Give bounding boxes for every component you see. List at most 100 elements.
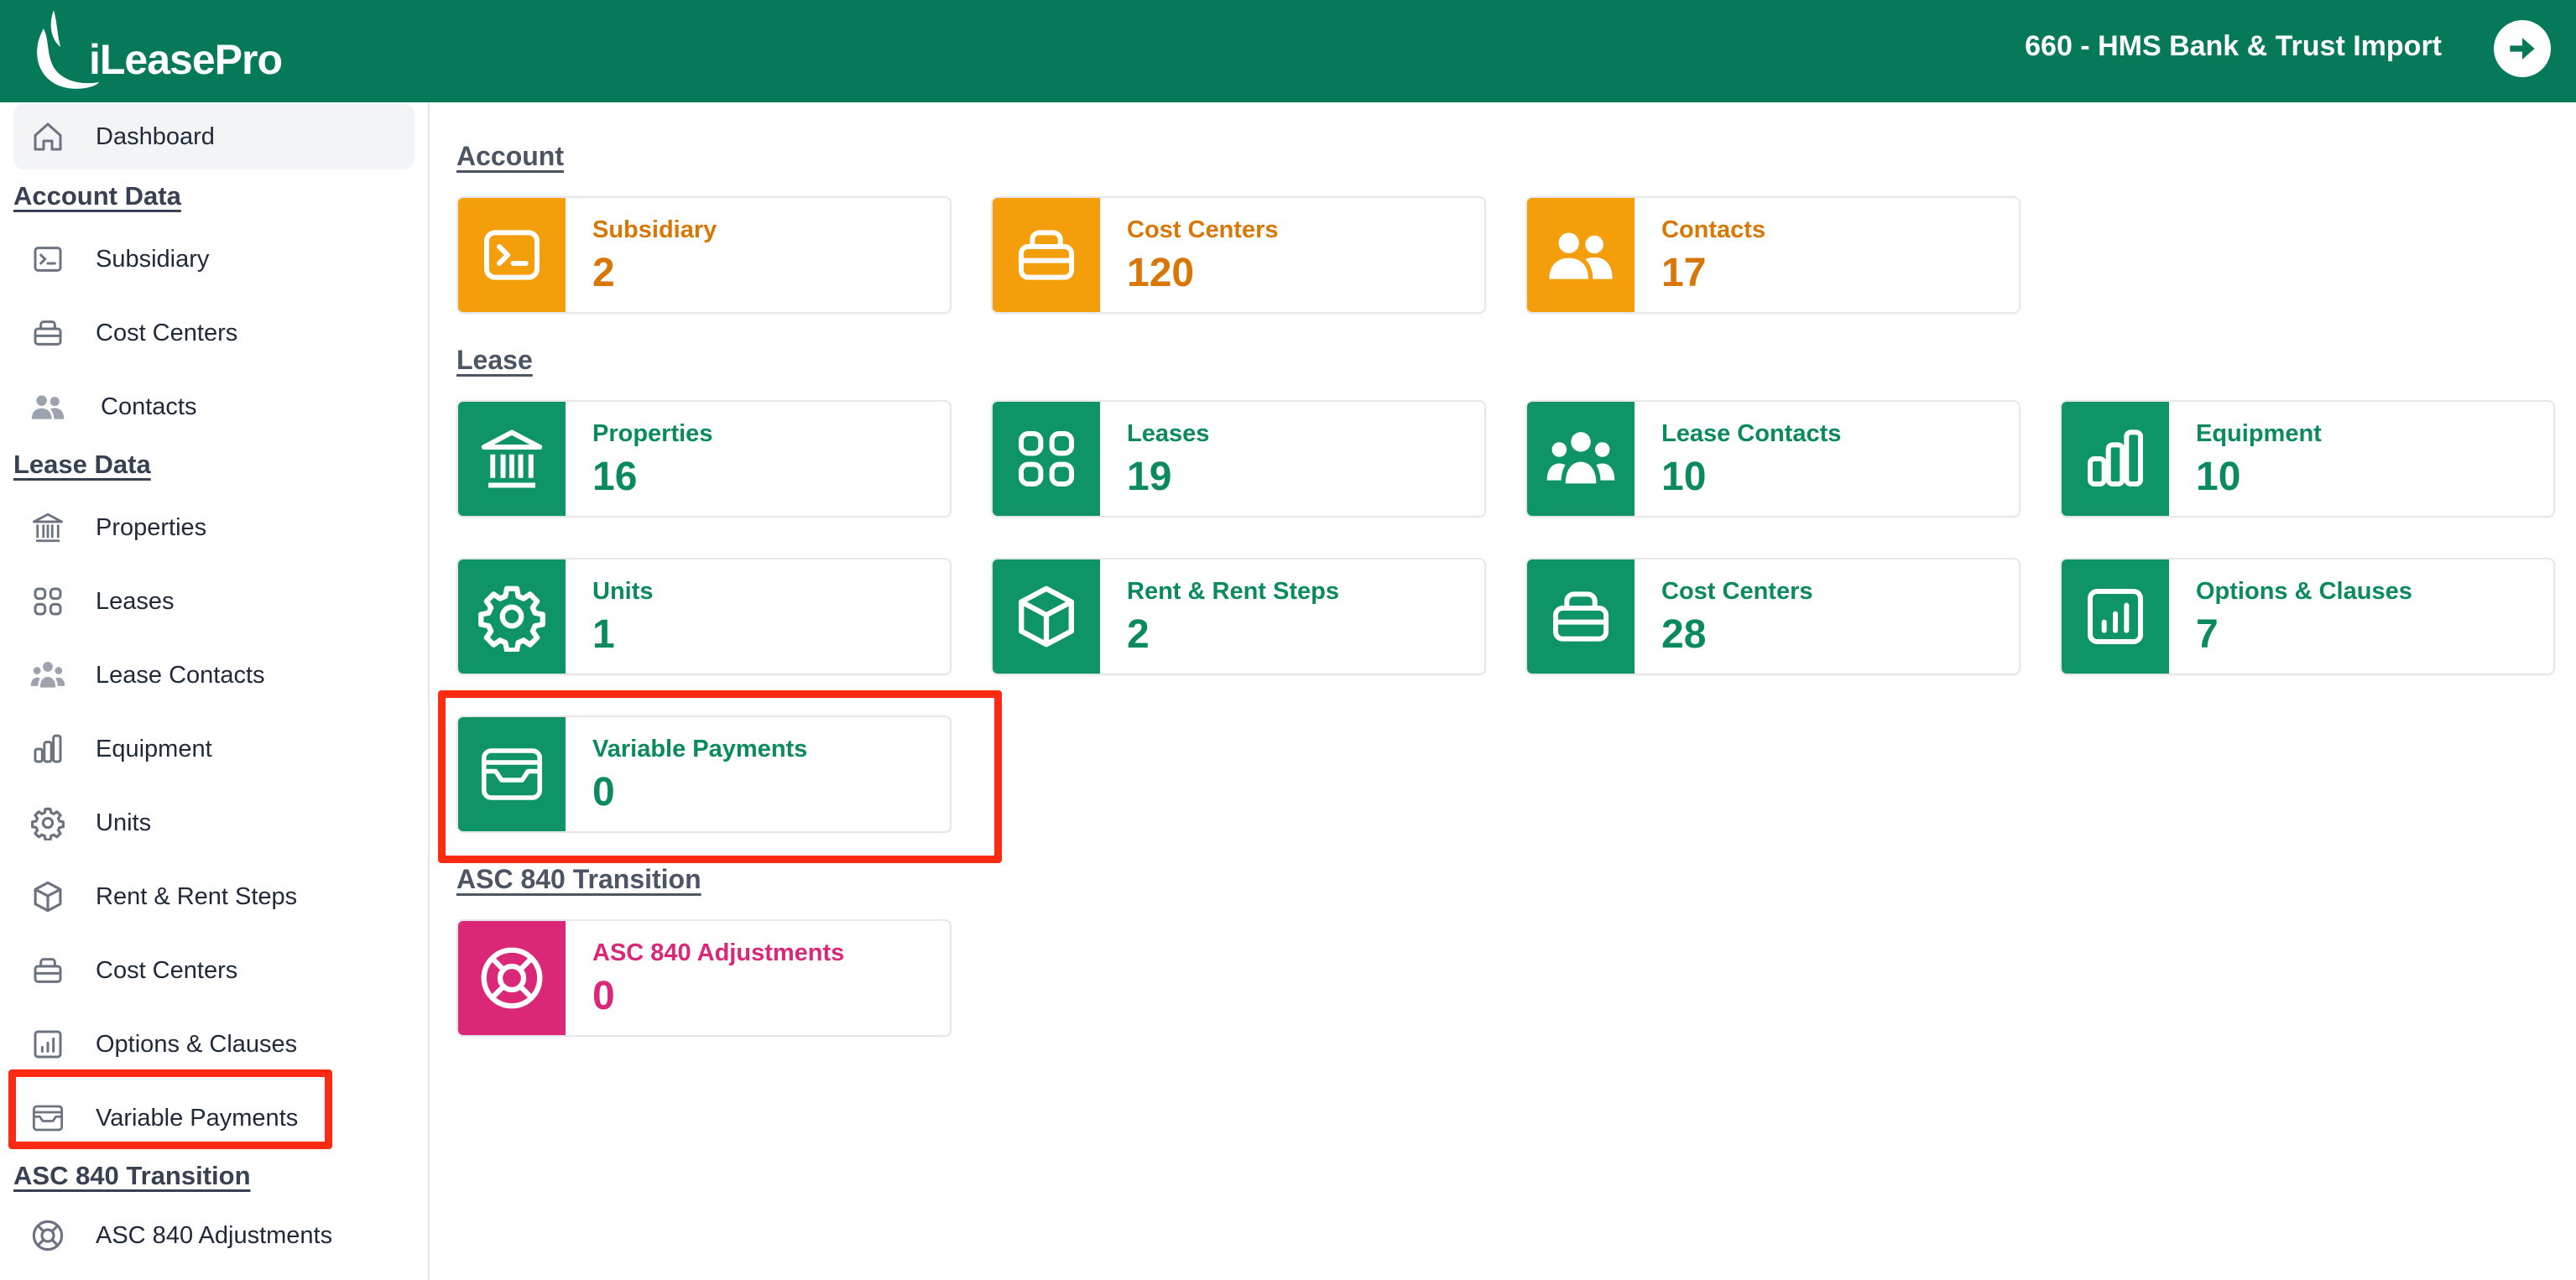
card-value: 10 (2196, 455, 2241, 499)
card-equipment[interactable]: Equipment 10 (2060, 400, 2555, 518)
lifebuoy-icon (458, 921, 566, 1035)
sidebar-item-dashboard[interactable]: Dashboard (13, 104, 415, 169)
card-value: 10 (1661, 455, 1707, 499)
card-cost-centers[interactable]: Cost Centers 120 (991, 196, 1486, 314)
card-label: Options & Clauses (2196, 578, 2412, 605)
sidebar-item-label: Cost Centers (96, 956, 238, 984)
sidebar-item-label: Cost Centers (96, 319, 238, 346)
sidebar-item-label: Leases (96, 587, 175, 615)
chart-box-icon (29, 1025, 67, 1064)
arrow-right-icon (2510, 38, 2535, 60)
card-lease-contacts[interactable]: Lease Contacts 10 (1525, 400, 2021, 518)
sidebar-item-asc-840-adjustments[interactable]: ASC 840 Adjustments (13, 1203, 415, 1268)
card-subsidiary[interactable]: Subsidiary 2 (456, 196, 952, 314)
card-value: 7 (2196, 612, 2219, 657)
card-options-clauses[interactable]: Options & Clauses 7 (2060, 558, 2555, 675)
sidebar-item-label: Properties (96, 513, 207, 541)
chart-box-icon (2062, 559, 2169, 674)
sidebar-item-label: Equipment (96, 735, 212, 762)
card-label: Contacts (1661, 216, 1766, 243)
card-value: 2 (592, 251, 615, 295)
sidebar-item-label: Contacts (101, 393, 197, 420)
card-label: Rent & Rent Steps (1127, 578, 1339, 605)
sidebar-item-units[interactable]: Units (13, 790, 415, 856)
sidebar-heading-transition: ASC 840 Transition (13, 1161, 251, 1190)
card-value: 1 (592, 612, 615, 657)
section-title-account: Account (456, 141, 564, 171)
home-icon (29, 117, 67, 156)
card-label: Properties (592, 420, 713, 447)
account-name: 660 - HMS Bank & Trust Import (2025, 30, 2442, 62)
card-value: 28 (1661, 612, 1707, 657)
sidebar-item-label: ASC 840 Adjustments (96, 1221, 333, 1249)
sidebar-heading-account: Account Data (13, 181, 181, 211)
sidebar-item-contacts[interactable]: Contacts (13, 374, 415, 440)
stack-icon (29, 314, 67, 352)
sidebar-item-label: Dashboard (96, 122, 215, 150)
bar-chart-icon (29, 730, 67, 768)
card-value: 17 (1661, 251, 1707, 295)
card-highlight-box (438, 690, 1002, 863)
stack-icon (1527, 559, 1635, 674)
sidebar-heading-lease: Lease Data (13, 450, 151, 479)
sidebar-item-equipment[interactable]: Equipment (13, 716, 415, 782)
card-label: Units (592, 578, 654, 605)
sidebar-item-label: Lease Contacts (96, 661, 265, 689)
users-icon (29, 388, 67, 426)
card-label: Subsidiary (592, 216, 717, 243)
card-value: 16 (592, 455, 638, 499)
card-label: Lease Contacts (1661, 420, 1842, 447)
card-label: Leases (1127, 420, 1210, 447)
card-label: Equipment (2196, 420, 2322, 447)
top-header: iLeasePro 660 - HMS Bank & Trust Import (0, 0, 2576, 102)
users-icon (1527, 198, 1635, 312)
card-leases[interactable]: Leases 19 (991, 400, 1486, 518)
card-value: 19 (1127, 455, 1172, 499)
bar-chart-icon (2062, 402, 2169, 516)
sidebar-item-cost-centers[interactable]: Cost Centers (13, 300, 415, 366)
card-label: Cost Centers (1661, 578, 1813, 605)
card-value: 120 (1127, 251, 1195, 295)
card-lease-cost-centers[interactable]: Cost Centers 28 (1525, 558, 2021, 675)
terminal-icon (458, 198, 566, 312)
stack-icon (29, 951, 67, 990)
card-label: Cost Centers (1127, 216, 1279, 243)
sidebar-item-properties[interactable]: Properties (13, 495, 415, 560)
sidebar-item-subsidiary[interactable]: Subsidiary (13, 226, 415, 292)
card-value: 2 (1127, 612, 1150, 657)
sidebar-item-leases[interactable]: Leases (13, 569, 415, 634)
brand-name: iLeasePro (89, 36, 283, 83)
card-label: ASC 840 Adjustments (592, 939, 845, 966)
section-title-lease: Lease (456, 345, 533, 375)
card-properties[interactable]: Properties 16 (456, 400, 952, 518)
terminal-icon (29, 240, 67, 278)
sidebar-item-label: Units (96, 809, 152, 836)
sidebar-item-lease-contacts[interactable]: Lease Contacts (13, 643, 415, 708)
card-rent-steps[interactable]: Rent & Rent Steps 2 (991, 558, 1486, 675)
gear-icon (29, 804, 67, 842)
sidebar-item-label: Rent & Rent Steps (96, 882, 298, 910)
card-value: 0 (592, 974, 615, 1018)
sidebar-item-rent-steps[interactable]: Rent & Rent Steps (13, 864, 415, 929)
gear-icon (458, 559, 566, 674)
section-title-transition: ASC 840 Transition (456, 864, 701, 894)
stack-icon (993, 198, 1100, 312)
cube-icon (993, 559, 1100, 674)
bank-icon (29, 508, 67, 547)
lifebuoy-icon (29, 1216, 67, 1255)
user-group-icon (1527, 402, 1635, 516)
logout-button[interactable] (2494, 20, 2551, 77)
user-group-icon (29, 656, 67, 695)
card-contacts[interactable]: Contacts 17 (1525, 196, 2021, 314)
grid-icon (993, 402, 1100, 516)
card-units[interactable]: Units 1 (456, 558, 952, 675)
sidebar-item-label: Options & Clauses (96, 1030, 298, 1058)
brand-logo[interactable]: iLeasePro (25, 5, 283, 97)
sidebar-item-lease-cost-centers[interactable]: Cost Centers (13, 938, 415, 1003)
grid-icon (29, 582, 67, 621)
card-asc-840-adjustments[interactable]: ASC 840 Adjustments 0 (456, 919, 952, 1037)
sidebar-item-label: Subsidiary (96, 245, 210, 273)
cube-icon (29, 877, 67, 916)
bank-icon (458, 402, 566, 516)
sidebar-item-options-clauses[interactable]: Options & Clauses (13, 1012, 415, 1077)
